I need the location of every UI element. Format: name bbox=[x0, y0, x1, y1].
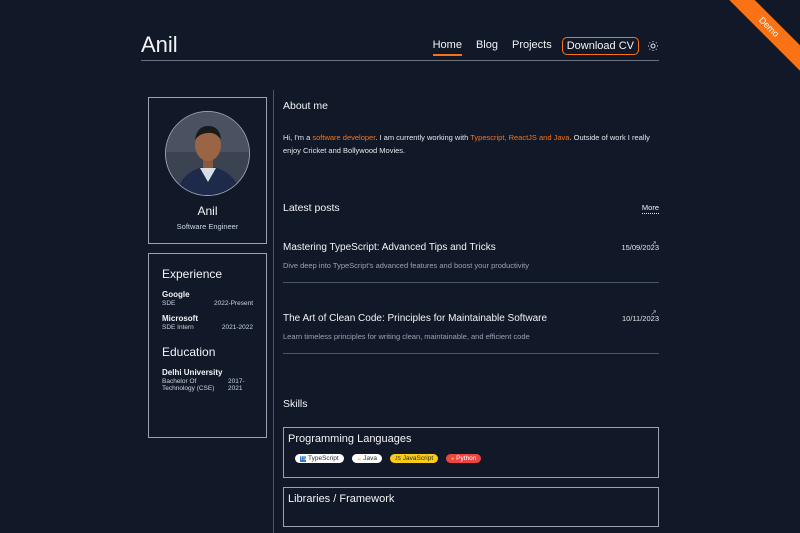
education-degree: Bachelor Of Technology (CSE) bbox=[162, 378, 215, 392]
about-text: Hi, I'm a software developer. I am curre… bbox=[283, 133, 650, 155]
post-title[interactable]: The Art of Clean Code: Principles for Ma… bbox=[283, 313, 547, 324]
download-cv-button[interactable]: Download CV bbox=[561, 37, 639, 55]
highlight-tech: Typescript, ReactJS and Java bbox=[470, 133, 570, 142]
nav-home-link[interactable]: Home bbox=[432, 39, 462, 56]
arrow-up-right-icon: ↗ bbox=[650, 308, 657, 317]
post-item[interactable]: ↗ The Art of Clean Code: Principles for … bbox=[283, 283, 659, 354]
education-org: Delhi University bbox=[162, 368, 223, 377]
skill-tag: ● Python bbox=[446, 454, 482, 463]
avatar bbox=[165, 111, 250, 196]
post-title[interactable]: Mastering TypeScript: Advanced Tips and … bbox=[283, 242, 496, 253]
skill-group-heading: Libraries / Framework bbox=[288, 493, 395, 505]
skills-title: Skills bbox=[283, 398, 308, 410]
experience-period: 2021-2022 bbox=[221, 324, 253, 331]
more-posts-link[interactable]: More bbox=[641, 203, 659, 214]
java-icon: ☕ bbox=[356, 455, 362, 462]
profile-name: Anil bbox=[197, 204, 218, 218]
experience-item: Google SDE 2022-Present bbox=[162, 290, 253, 307]
skill-group-card: Libraries / Framework bbox=[283, 487, 659, 527]
post-item[interactable]: ↗ Mastering TypeScript: Advanced Tips an… bbox=[283, 214, 659, 283]
experience-period: 2022-Present bbox=[213, 300, 253, 307]
skill-group-card: Programming Languages TS TypeScript ☕ Java… bbox=[283, 427, 659, 478]
experience-item: Microsoft SDE Intern 2021-2022 bbox=[162, 314, 253, 331]
profile-role: Software Engineer bbox=[176, 222, 239, 231]
education-period: 2017-2021 bbox=[228, 378, 245, 392]
about-section: About me Hi, I'm a software developer. I… bbox=[283, 100, 659, 157]
vertical-divider bbox=[273, 90, 274, 533]
education-heading: Education bbox=[162, 345, 216, 359]
main-nav: Home Blog Projects Download CV bbox=[432, 37, 659, 58]
site-brand[interactable]: Anil bbox=[141, 32, 178, 58]
skill-tag: ☕ Java bbox=[351, 454, 382, 463]
sun-icon[interactable] bbox=[647, 40, 659, 52]
sidebar: Anil Software Engineer Experience Google… bbox=[148, 97, 267, 438]
experience-heading: Experience bbox=[162, 267, 223, 281]
skill-tag: TS TypeScript bbox=[295, 454, 344, 463]
highlight-role: software developer bbox=[312, 133, 376, 142]
python-icon: ● bbox=[451, 455, 455, 462]
posts-title: Latest posts bbox=[283, 202, 340, 214]
experience-org: Google bbox=[162, 290, 190, 299]
skill-tag: JS JavaScript bbox=[389, 454, 439, 463]
nav-blog-link[interactable]: Blog bbox=[476, 39, 498, 56]
site-header: Anil Home Blog Projects Download CV bbox=[141, 30, 659, 61]
arrow-up-right-icon: ↗ bbox=[650, 239, 657, 248]
experience-card: Experience Google SDE 2022-Present Micro… bbox=[148, 253, 267, 438]
posts-section: Latest posts More ↗ Mastering TypeScript… bbox=[283, 202, 659, 354]
skill-tags: TS TypeScript ☕ Java JS JavaScript ● Python bbox=[295, 454, 654, 463]
profile-card: Anil Software Engineer bbox=[148, 97, 267, 244]
nav-projects-link[interactable]: Projects bbox=[512, 39, 552, 56]
javascript-icon: JS bbox=[394, 455, 401, 462]
main-content: About me Hi, I'm a software developer. I… bbox=[283, 100, 659, 527]
experience-role: SDE bbox=[162, 300, 176, 307]
skills-section: Skills Programming Languages TS TypeScrip… bbox=[283, 398, 659, 527]
demo-ribbon-label: Demo bbox=[716, 0, 800, 80]
education-item: Delhi University Bachelor Of Technology … bbox=[162, 368, 253, 392]
post-description: Dive deep into TypeScript's advanced fea… bbox=[283, 261, 530, 270]
demo-ribbon: Demo bbox=[680, 0, 800, 120]
skill-group-heading: Programming Languages bbox=[288, 433, 412, 445]
post-description: Learn timeless principles for writing cl… bbox=[283, 332, 530, 341]
experience-org: Microsoft bbox=[162, 314, 198, 323]
experience-role: SDE Intern bbox=[162, 324, 194, 331]
about-title: About me bbox=[283, 100, 328, 112]
typescript-icon: TS bbox=[300, 455, 307, 462]
